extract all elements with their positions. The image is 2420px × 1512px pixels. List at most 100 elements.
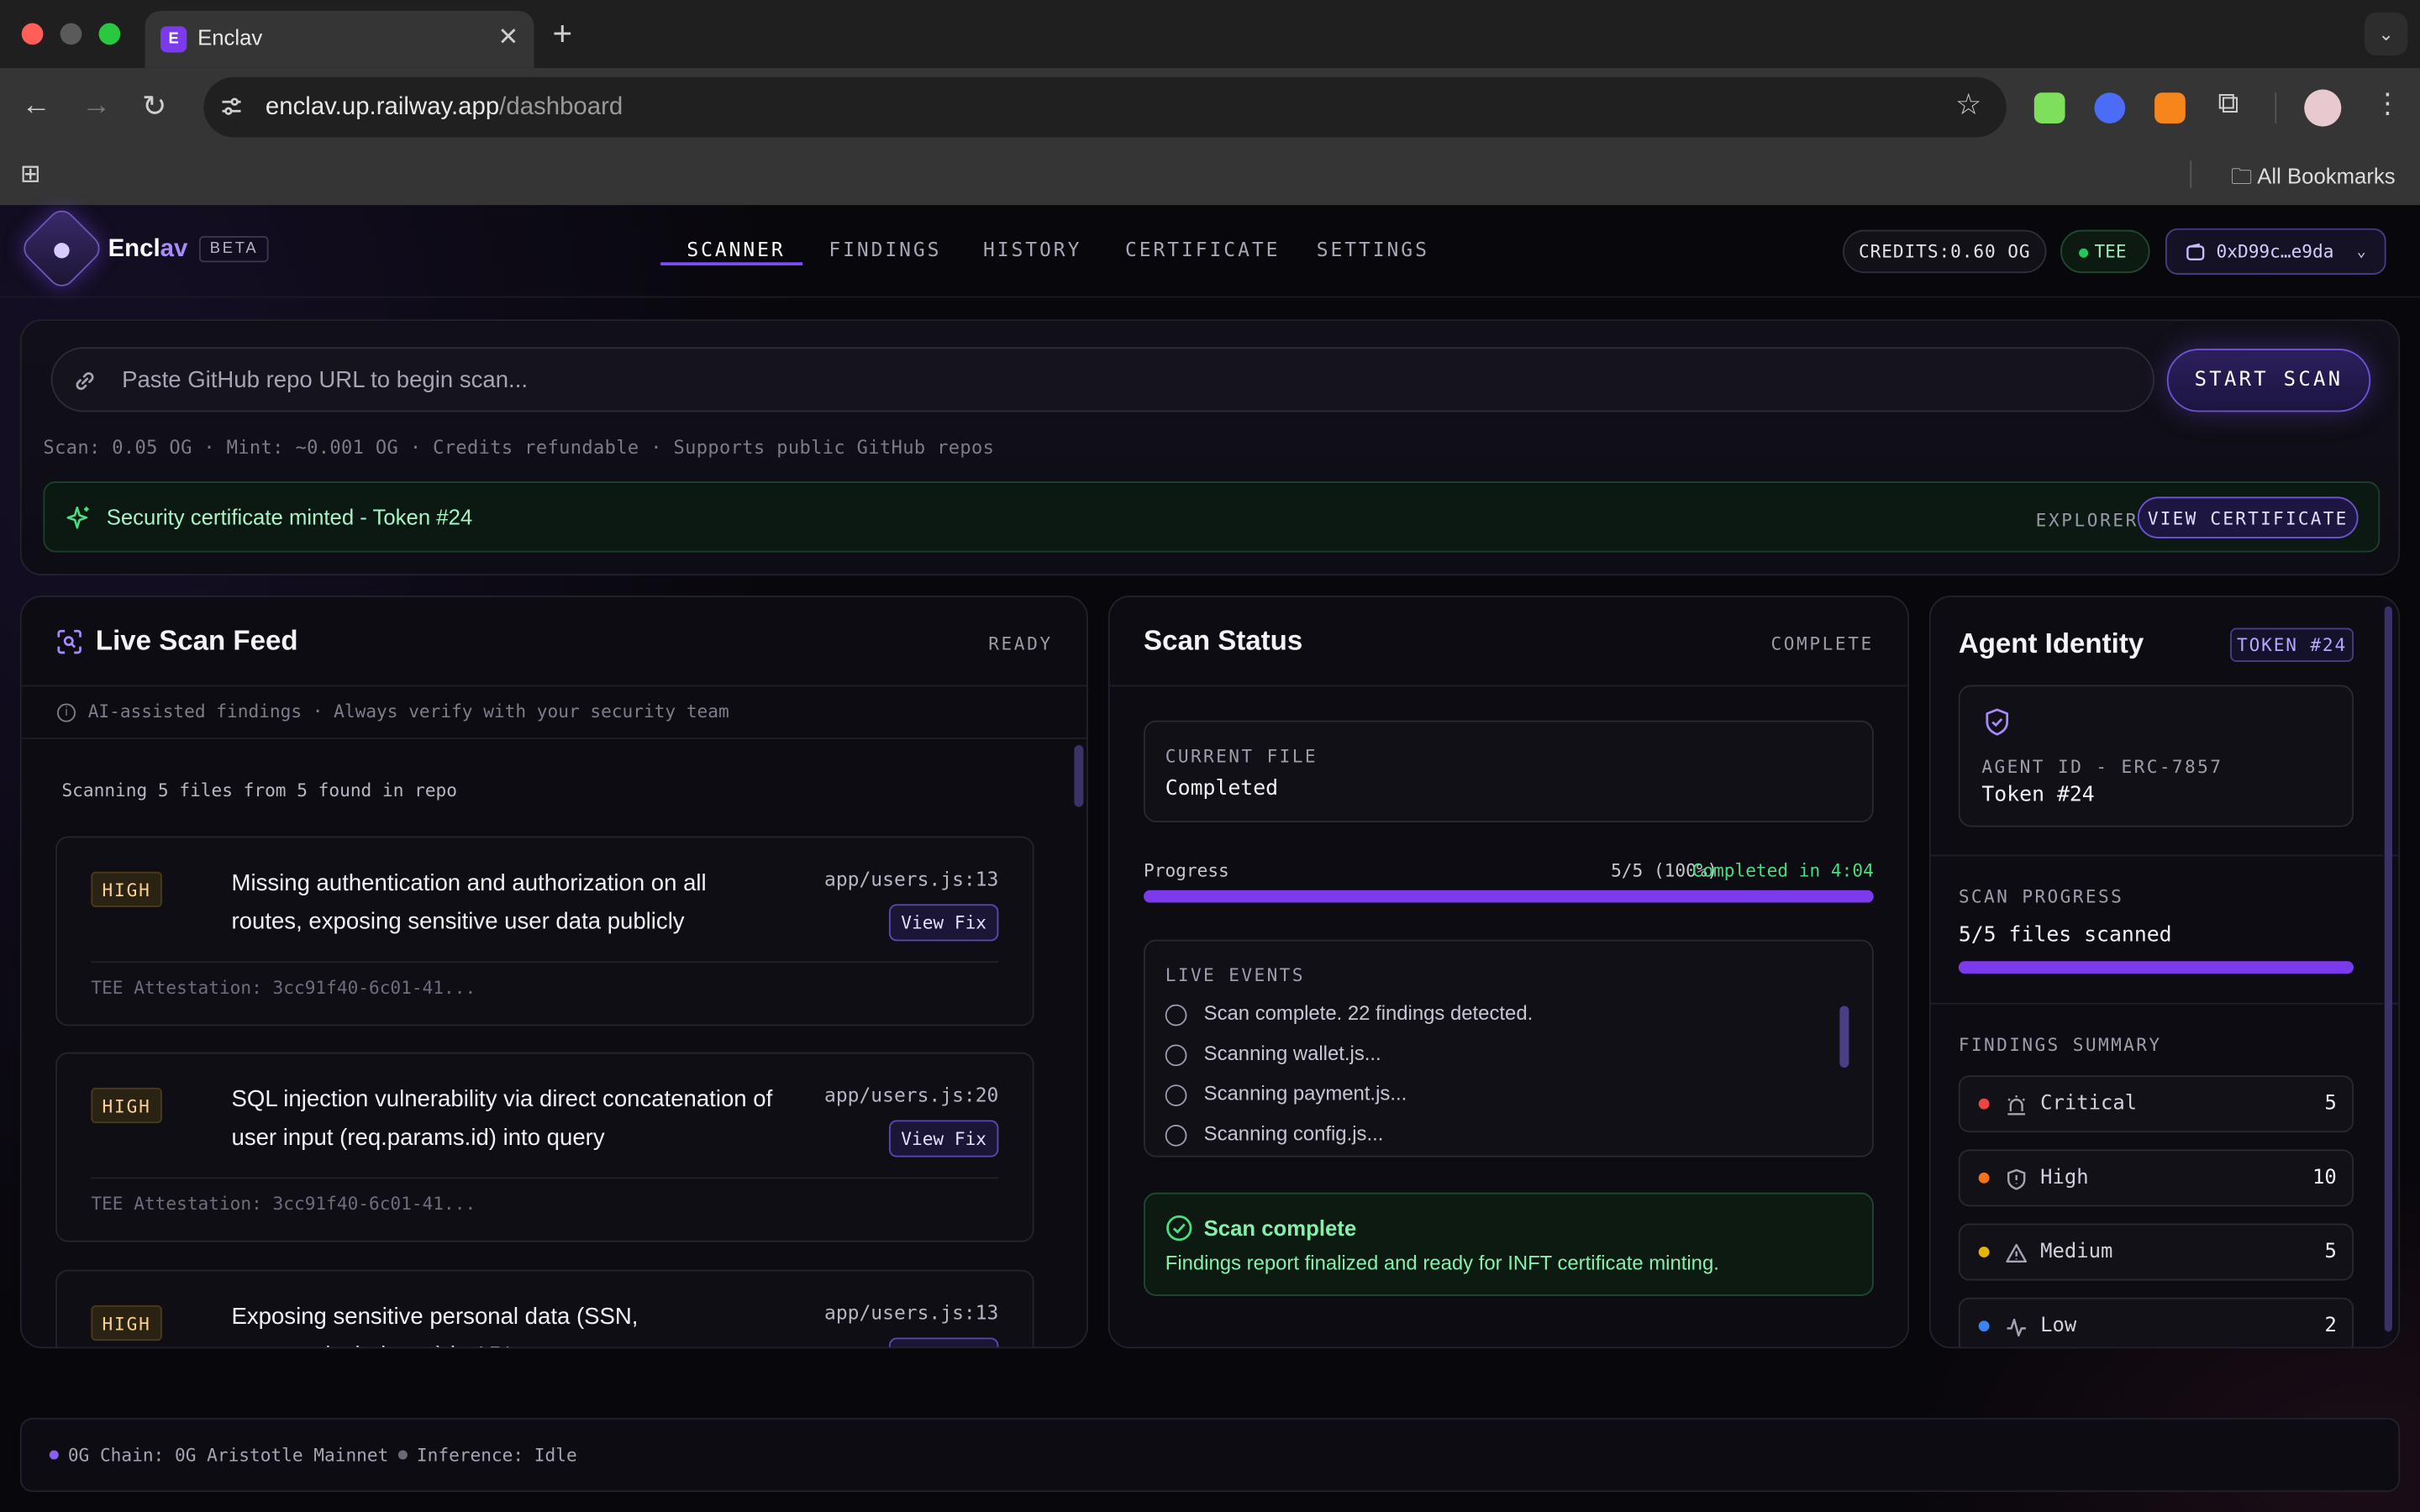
view-fix-button[interactable]: View Fix (888, 1120, 999, 1158)
live-events-label: LIVE EVENTS (1165, 963, 1305, 986)
events-scrollbar[interactable] (1839, 1005, 1849, 1068)
chevron-down-icon: ⌄ (2356, 244, 2366, 261)
activity-icon (2007, 1318, 2026, 1337)
progress-fill (1144, 890, 1874, 903)
start-scan-button[interactable]: START SCAN (2166, 349, 2371, 412)
nav-certificate[interactable]: CERTIFICATE (1125, 238, 1280, 261)
event-item: Scanning payment.js... (1203, 1081, 1407, 1105)
extensions-puzzle-icon[interactable]: ⧉ (2217, 88, 2238, 122)
finding-divider (91, 1177, 999, 1179)
check-circle-icon (1166, 1215, 1192, 1242)
summary-row-medium[interactable]: Medium 5 (1958, 1223, 2354, 1281)
all-bookmarks[interactable]: 🗀 All Bookmarks (2231, 160, 2396, 197)
maximize-window-button[interactable] (98, 23, 121, 45)
folder-icon: 🗀 (2230, 163, 2258, 189)
back-icon[interactable]: ← (22, 90, 51, 123)
link-icon (76, 372, 94, 391)
browser-toolbar: ← → ↻ enclav.up.railway.app/dashboard ☆ … (0, 67, 2420, 206)
summary-row-critical[interactable]: Critical 5 (1958, 1075, 2354, 1133)
agent-scrollbar[interactable] (2384, 606, 2392, 1332)
summary-row-high[interactable]: High 10 (1958, 1149, 2354, 1207)
nav-scanner[interactable]: SCANNER (687, 238, 785, 261)
finding-file[interactable]: app/users.js:13 (824, 867, 998, 890)
live-events-box: LIVE EVENTS Scan complete. 22 findings d… (1144, 939, 1874, 1158)
live-scan-feed-title: Live Scan Feed (95, 624, 298, 656)
address-bar[interactable]: enclav.up.railway.app/dashboard ☆ (203, 76, 2007, 138)
summary-name: High (2040, 1166, 2089, 1190)
tab-close-icon[interactable]: ✕ (498, 22, 519, 53)
close-window-button[interactable] (21, 23, 44, 45)
current-file-label: CURRENT FILE (1165, 745, 1318, 767)
finding-card[interactable]: HIGH Missing authentication and authoriz… (55, 836, 1034, 1026)
agent-progress-track (1958, 961, 2354, 974)
bookmark-star-icon[interactable]: ☆ (1955, 88, 1981, 123)
current-file-value: Completed (1165, 775, 1279, 801)
scan-progress-text: 5/5 files scanned (1958, 922, 2172, 948)
finding-title: SQL injection vulnerability via direct c… (231, 1086, 773, 1151)
feed-header-divider (21, 685, 1087, 687)
explorer-link[interactable]: EXPLORER (2036, 509, 2139, 531)
apps-grid-icon[interactable]: ⊞ (20, 159, 41, 190)
agent-identity-title: Agent Identity (1958, 627, 2144, 659)
finding-card[interactable]: HIGH SQL injection vulnerability via dir… (55, 1052, 1034, 1242)
finding-title: Exposing sensitive personal data (SSN, p… (231, 1304, 639, 1347)
wallet-button[interactable]: 0xD99c…e9da ⌄ (2165, 228, 2386, 275)
repo-url-input[interactable]: Paste GitHub repo URL to begin scan... (50, 347, 2155, 412)
event-item: Scan complete. 22 findings detected. (1203, 1001, 1534, 1025)
view-fix-button[interactable]: View Fix (888, 1337, 999, 1347)
extension-bird-icon[interactable] (2094, 92, 2126, 123)
tee-attestation: TEE Attestation: 3cc91f40-6c01-41... (91, 1192, 476, 1215)
summary-row-low[interactable]: Low 2 (1958, 1297, 2354, 1347)
profile-avatar[interactable] (2304, 89, 2342, 127)
tab-search-icon[interactable]: ⌄ (2364, 12, 2408, 56)
forward-icon[interactable]: → (82, 90, 111, 123)
severity-badge: HIGH (91, 871, 162, 908)
sparkles-icon (66, 507, 89, 529)
severity-dot (1978, 1098, 1990, 1110)
extension-dice-icon[interactable] (2033, 92, 2065, 123)
finding-file[interactable]: app/users.js:20 (824, 1083, 998, 1106)
browser-tab-bar: E Enclav ✕ + ⌄ (0, 0, 2420, 68)
new-tab-icon[interactable]: + (553, 14, 573, 55)
brand-name[interactable]: Enclav (108, 236, 188, 264)
nav-settings[interactable]: SETTINGS (1317, 238, 1429, 261)
site-info-icon[interactable] (219, 94, 244, 118)
nav-active-underline (660, 262, 803, 265)
agent-identity-panel: Agent Identity TOKEN #24 AGENT ID - ERC-… (1928, 595, 2401, 1349)
event-item: Scanning wallet.js... (1203, 1041, 1381, 1065)
browser-menu-icon[interactable]: ⋮ (2374, 88, 2402, 121)
view-certificate-button[interactable]: VIEW CERTIFICATE (2137, 496, 2359, 539)
summary-name: Critical (2040, 1092, 2138, 1116)
feed-disclaimer-divider (21, 737, 1087, 739)
tee-status-dot (2079, 248, 2089, 258)
warning-triangle-icon (2006, 1243, 2028, 1263)
finding-card[interactable]: HIGH Exposing sensitive personal data (S… (55, 1269, 1034, 1347)
wallet-icon (2186, 243, 2205, 261)
progress-time: Completed in 4:04 (1691, 859, 1874, 881)
reload-icon[interactable]: ↻ (142, 90, 166, 125)
chain-status-dot (49, 1450, 59, 1460)
siren-icon (2007, 1095, 2026, 1116)
browser-tab[interactable]: E Enclav ✕ (145, 10, 534, 68)
view-fix-button[interactable]: View Fix (888, 904, 999, 942)
agent-divider (1930, 1002, 2399, 1005)
nav-history[interactable]: HISTORY (983, 238, 1081, 261)
feed-scrollbar[interactable] (1074, 745, 1084, 807)
severity-dot (1978, 1247, 1990, 1257)
timer-icon (1165, 1124, 1187, 1147)
url-text: enclav.up.railway.app/dashboard (265, 94, 623, 121)
agent-id-label: AGENT ID - ERC-7857 (1981, 756, 2223, 778)
enclav-logo-icon[interactable] (18, 204, 106, 292)
scan-focus-icon (57, 629, 82, 654)
metamask-fox-icon[interactable] (2154, 92, 2186, 123)
favicon-icon: E (160, 26, 187, 53)
beta-badge: BETA (198, 236, 270, 263)
nav-findings[interactable]: FINDINGS (829, 238, 941, 261)
app-header: Enclav BETA SCANNER FINDINGS HISTORY CER… (0, 204, 2420, 298)
shield-check-icon (1986, 708, 2009, 736)
tee-attestation: TEE Attestation: 3cc91f40-6c01-41... (91, 976, 476, 999)
minimize-window-button[interactable] (60, 23, 82, 45)
agent-divider (1930, 854, 2399, 857)
scan-status-title: Scan Status (1144, 624, 1303, 656)
finding-file[interactable]: app/users.js:13 (824, 1300, 998, 1324)
